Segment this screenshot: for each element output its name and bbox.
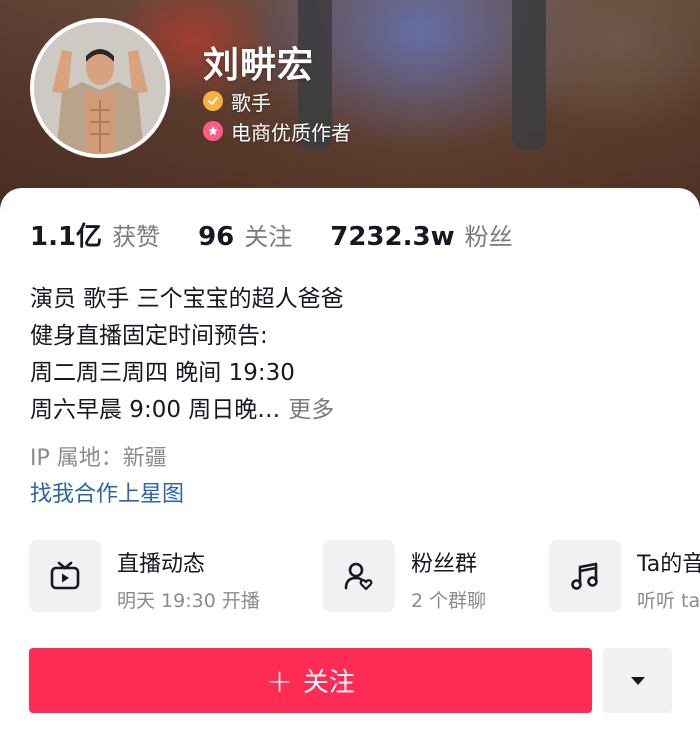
feature-title: 粉丝群 <box>411 552 478 577</box>
bio-line-4-text: 周六早晨 9:00 周日晚… <box>30 397 281 423</box>
stat-likes[interactable]: 1.1亿 获赞 <box>30 216 160 253</box>
feature-music-text: Ta的音 听听 ta <box>637 540 700 613</box>
more-options-button[interactable] <box>603 648 672 713</box>
verified-check-icon <box>203 91 223 111</box>
feature-subtitle: 明天 19:30 开播 <box>117 590 260 612</box>
tv-icon <box>29 540 101 612</box>
caret-down-icon <box>630 676 645 685</box>
star-badge-icon <box>203 121 223 141</box>
profile-header: 刘畊宏 歌手 电商优质作者 <box>0 0 700 215</box>
stat-value: 96 <box>198 222 235 252</box>
stat-followers[interactable]: 7232.3w 粉丝 <box>330 217 512 252</box>
stat-label: 关注 <box>244 223 293 251</box>
avatar[interactable] <box>30 18 170 158</box>
backpack-strap-right <box>512 0 546 150</box>
feature-live[interactable]: 直播动态 明天 19:30 开播 <box>29 540 260 613</box>
feature-music[interactable]: Ta的音 听听 ta <box>549 540 700 613</box>
stat-label: 粉丝 <box>464 223 513 251</box>
bio-line-2: 健身直播固定时间预告: <box>30 323 268 349</box>
feature-subtitle: 2 个群聊 <box>411 590 487 612</box>
bio-line-3: 周二周三周四 晚间 19:30 <box>30 360 295 386</box>
feature-fan-group[interactable]: 粉丝群 2 个群聊 <box>323 540 486 613</box>
bio-line-4: 周六早晨 9:00 周日晚… 更多 <box>30 395 334 425</box>
avatar-figure <box>34 22 166 154</box>
fan-group-icon <box>323 540 395 612</box>
star-map-link[interactable]: 找我合作上星图 <box>30 476 184 508</box>
singer-tag-label: 歌手 <box>231 90 271 115</box>
ecommerce-tag[interactable]: 电商优质作者 <box>203 118 351 145</box>
stat-label: 获赞 <box>112 223 161 251</box>
ecommerce-tag-label: 电商优质作者 <box>231 120 351 145</box>
stat-following[interactable]: 96 关注 <box>198 217 292 252</box>
stat-value: 7232.3w <box>330 222 455 252</box>
feature-live-text: 直播动态 明天 19:30 开播 <box>117 540 260 613</box>
music-note-icon <box>549 540 621 612</box>
stats-row: 1.1亿 获赞 96 关注 7232.3w 粉丝 <box>30 216 513 256</box>
stat-value: 1.1亿 <box>30 222 103 252</box>
follow-button[interactable]: + 关注 <box>29 648 592 713</box>
profile-name: 刘畊宏 <box>203 45 315 86</box>
bio-line-1: 演员 歌手 三个宝宝的超人爸爸 <box>30 286 344 312</box>
plus-icon: + <box>266 661 293 700</box>
feature-title: 直播动态 <box>117 552 206 577</box>
feature-subtitle: 听听 ta <box>637 590 700 612</box>
singer-tag: 歌手 <box>203 88 271 115</box>
ip-location: IP 属地：新疆 <box>30 446 167 471</box>
follow-label: 关注 <box>302 668 355 698</box>
feature-fan-group-text: 粉丝群 2 个群聊 <box>411 540 486 613</box>
bio-more-link[interactable]: 更多 <box>288 397 334 423</box>
feature-title: Ta的音 <box>637 552 700 577</box>
